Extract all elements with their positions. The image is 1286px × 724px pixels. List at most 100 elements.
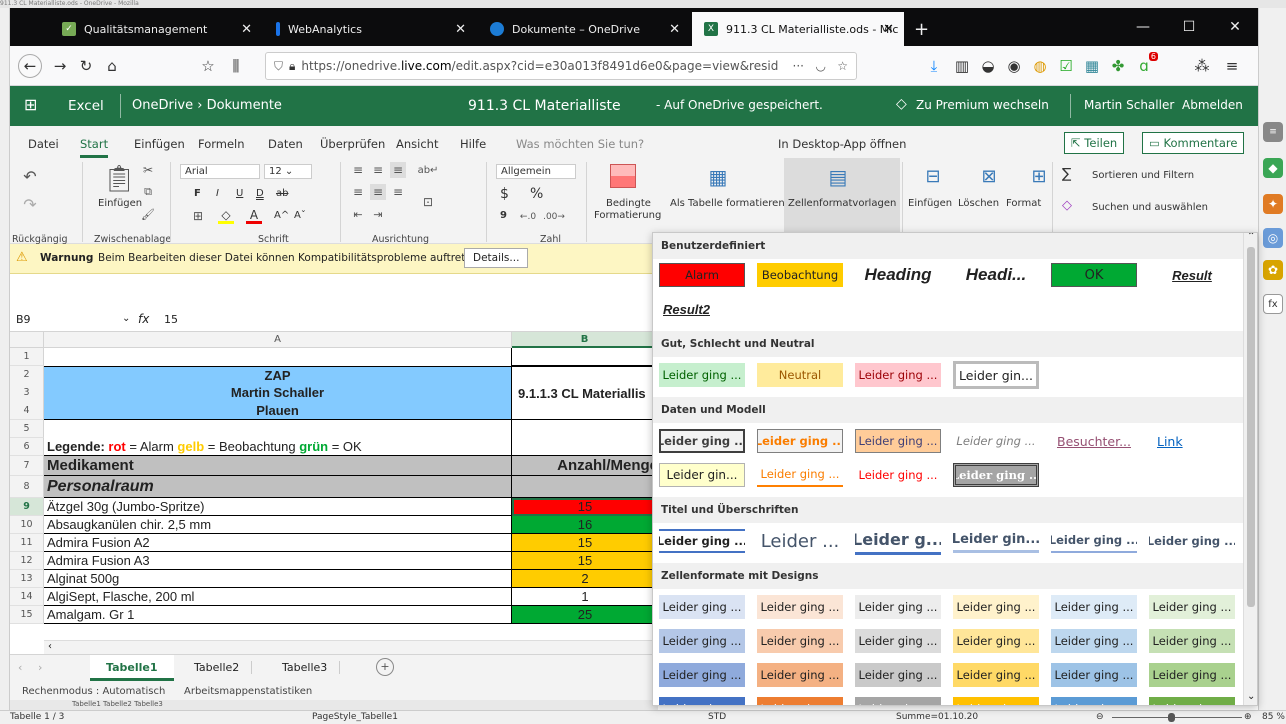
tab-onedrive[interactable]: Dokumente – OneDrive ✕ xyxy=(478,12,690,46)
sidebar-navigator-icon[interactable]: ◎ xyxy=(1263,228,1283,248)
function-icon[interactable]: fx xyxy=(138,312,149,326)
row-number[interactable]: 5 xyxy=(10,420,44,438)
cell-styles-button[interactable]: Zellenformatvorlagen xyxy=(788,198,896,209)
underline-button[interactable]: U xyxy=(236,188,243,199)
insert-cells-icon[interactable]: ⊟ xyxy=(920,164,946,188)
style-total[interactable]: Leider ging ... xyxy=(659,529,745,553)
tab-formeln[interactable]: Formeln xyxy=(198,137,245,151)
row-number[interactable]: 12 xyxy=(10,552,44,570)
extension-icon[interactable]: ◍ xyxy=(1028,54,1052,78)
menge-cell[interactable]: 2 xyxy=(512,570,658,588)
conditional-format-icon[interactable] xyxy=(610,164,636,188)
format-as-table-button[interactable]: Als Tabelle formatieren xyxy=(670,198,785,209)
cell[interactable] xyxy=(44,348,512,366)
zoom-in-icon[interactable]: ⊕ xyxy=(1244,712,1252,722)
style-accent-1-4[interactable]: Leider ging ... xyxy=(659,697,745,705)
cell[interactable] xyxy=(512,348,658,366)
style-normal[interactable]: Leider gin... xyxy=(953,361,1039,389)
style-heading-3[interactable]: Leider ging ... xyxy=(1051,529,1137,553)
delete-cells-icon[interactable]: ⊠ xyxy=(976,164,1002,188)
medikament-cell[interactable]: Absaugkanülen chir. 2,5 mm xyxy=(44,516,512,534)
close-icon[interactable]: ✕ xyxy=(241,22,252,37)
sign-out-link[interactable]: Abmelden xyxy=(1182,98,1243,112)
undo-icon[interactable]: ↶ xyxy=(18,164,42,188)
bold-button[interactable]: F xyxy=(194,188,201,199)
section-personalraum[interactable]: Personalraum xyxy=(44,476,512,498)
extension-icon[interactable]: ⁂ xyxy=(1190,54,1214,78)
style-result[interactable]: Result xyxy=(1149,263,1235,287)
cell[interactable] xyxy=(512,438,658,456)
comments-button[interactable]: ▭ Kommentare xyxy=(1142,132,1245,154)
decrease-decimal-icon[interactable]: .00→ xyxy=(543,210,565,224)
tab-hilfe[interactable]: Hilfe xyxy=(460,137,486,151)
gallery-scrollbar[interactable]: ⌃ ⌄ xyxy=(1243,233,1257,705)
cell[interactable] xyxy=(44,420,512,438)
tab-start[interactable]: Start xyxy=(80,137,109,158)
selection-mode[interactable]: STD xyxy=(708,712,726,722)
row-number[interactable]: 1 xyxy=(10,348,44,366)
style-accent-5-3[interactable]: Leider ging ... xyxy=(1051,663,1137,687)
column-header-b[interactable]: B xyxy=(512,332,658,348)
copy-icon[interactable]: ⧉ xyxy=(140,184,156,200)
cut-icon[interactable]: ✂ xyxy=(140,162,156,178)
row-number[interactable]: 15 xyxy=(10,606,44,624)
style-bad[interactable]: Leider ging ... xyxy=(855,363,941,387)
download-icon[interactable]: ⤓ xyxy=(922,54,946,78)
add-sheet-button[interactable]: + xyxy=(376,658,394,676)
align-right-icon[interactable]: ≡ xyxy=(390,184,406,200)
tab-ansicht[interactable]: Ansicht xyxy=(396,137,438,151)
double-underline-button[interactable]: D xyxy=(256,188,264,199)
medikament-cell[interactable]: Amalgam. Gr 1 xyxy=(44,606,512,624)
breadcrumb[interactable]: OneDrive › Dokumente xyxy=(132,98,282,113)
grow-font-button[interactable]: A^ xyxy=(274,210,289,221)
scroll-up-icon[interactable]: ⌃ xyxy=(1247,233,1255,242)
style-heading-4[interactable]: Leider ging ... xyxy=(1149,529,1235,553)
style-input[interactable]: Leider ging ... xyxy=(855,429,941,453)
window-close-icon[interactable]: ✕ xyxy=(1212,8,1258,46)
app-launcher-icon[interactable]: ⊞ xyxy=(24,95,37,114)
merge-cells-icon[interactable]: ⊡ xyxy=(420,194,436,210)
style-ok[interactable]: OK xyxy=(1051,263,1137,287)
medikament-cell[interactable]: AlgiSept, Flasche, 200 ml xyxy=(44,588,512,606)
italic-button[interactable]: I xyxy=(216,188,219,199)
style-accent-2-4[interactable]: Leider ging ... xyxy=(757,697,843,705)
format-cells-icon[interactable]: ⊞ xyxy=(1026,164,1052,188)
style-accent-2-3[interactable]: Leider ging ... xyxy=(757,663,843,687)
style-accent-5-1[interactable]: Leider ging ... xyxy=(1051,595,1137,619)
header-cell[interactable]: ZAP Martin Schaller Plauen xyxy=(44,366,512,420)
details-button[interactable]: Details... xyxy=(464,248,529,268)
find-select-button[interactable]: Suchen und auswählen xyxy=(1092,202,1208,213)
pocket-icon[interactable]: ◡ xyxy=(815,59,826,73)
menge-cell[interactable]: 16 xyxy=(512,516,658,534)
row-numbers[interactable]: 2 3 4 xyxy=(10,366,44,420)
sidebar-gallery-icon[interactable]: ✦ xyxy=(1263,194,1283,214)
tab-qualitaetsmanagement[interactable]: ✓ Qualitätsmanagement ✕ xyxy=(50,12,262,46)
scroll-left-icon[interactable]: ‹ xyxy=(48,641,52,652)
increase-decimal-icon[interactable]: ←.0 xyxy=(518,210,538,224)
decrease-indent-icon[interactable]: ⇤ xyxy=(350,206,366,222)
style-link[interactable]: Link xyxy=(1149,429,1235,453)
style-accent-1-3[interactable]: Leider ging ... xyxy=(659,663,745,687)
style-accent-3-2[interactable]: Leider ging ... xyxy=(855,629,941,653)
scroll-down-icon[interactable]: ⌄ xyxy=(1247,691,1255,702)
menge-cell[interactable]: 15 xyxy=(512,552,658,570)
borders-icon[interactable]: ⊞ xyxy=(190,208,206,224)
menge-cell[interactable]: 1 xyxy=(512,588,658,606)
sheet-tab-tabelle2[interactable]: Tabelle2 xyxy=(182,661,253,674)
formula-input[interactable]: 15 xyxy=(164,313,178,326)
sheet-next-icon[interactable]: › xyxy=(38,661,42,674)
style-accent-4-1[interactable]: Leider ging ... xyxy=(953,595,1039,619)
page-actions-button[interactable]: ··· xyxy=(786,59,804,73)
sheet-prev-icon[interactable]: ‹ xyxy=(18,661,22,674)
style-warning-text[interactable]: Leider ging ... xyxy=(855,463,941,487)
back-arrow-icon[interactable]: ← xyxy=(18,54,42,78)
extension-icon[interactable]: ◒ xyxy=(976,54,1000,78)
style-explanatory[interactable]: Leider ging ... xyxy=(953,429,1039,453)
extension-check-icon[interactable]: ☑ xyxy=(1054,54,1078,78)
cell[interactable] xyxy=(512,420,658,438)
maximize-icon[interactable]: ☐ xyxy=(1166,8,1212,46)
style-title[interactable]: Leider ... xyxy=(757,527,843,555)
share-button[interactable]: ⇱ Teilen xyxy=(1064,132,1125,154)
row-number[interactable]: 9 xyxy=(10,498,44,516)
align-top-icon[interactable]: ≡ xyxy=(350,162,366,178)
